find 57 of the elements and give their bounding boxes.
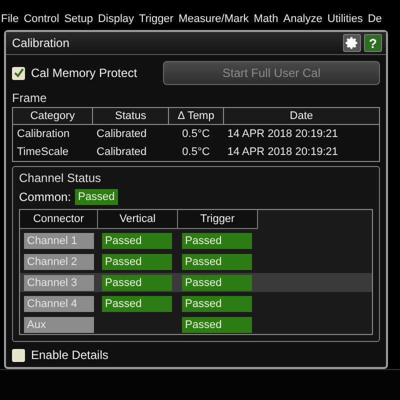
settings-button[interactable] <box>343 34 361 52</box>
table-row[interactable]: Aux Passed <box>20 315 372 334</box>
status-cell: Passed <box>182 232 252 248</box>
status-cell: Passed <box>182 316 252 332</box>
connector-cell: Channel 2 <box>24 254 94 270</box>
status-cell: Passed <box>182 296 252 312</box>
menu-item[interactable]: Display <box>98 13 134 28</box>
status-cell: Passed <box>182 254 252 270</box>
connector-cell: Channel 4 <box>24 296 94 312</box>
connector-cell: Aux <box>24 316 94 332</box>
group-title: Frame <box>11 90 48 105</box>
menu-item[interactable]: Trigger <box>139 13 174 28</box>
column-header: Category <box>12 108 93 124</box>
checkbox[interactable] <box>12 66 25 80</box>
status-cell: Passed <box>182 274 252 290</box>
table-row[interactable]: Channel 4 Passed Passed <box>20 294 372 313</box>
status-cell: Passed <box>102 296 172 312</box>
menu-item[interactable]: Math <box>254 13 278 28</box>
column-header: Vertical <box>98 210 178 229</box>
checkbox-label: Cal Memory Protect <box>31 66 138 80</box>
table-cell: 14 APR 2018 20:19:21 <box>223 124 380 143</box>
table-cell: 0.5°C <box>168 143 224 162</box>
menu-item[interactable]: Setup <box>64 13 93 28</box>
menu-item[interactable]: Utilities <box>327 13 363 28</box>
connector-cell: Channel 3 <box>24 274 94 290</box>
column-header: Status <box>92 108 169 124</box>
status-value: Passed <box>75 189 118 205</box>
table-cell: Calibrated <box>92 124 169 143</box>
status-cell: Passed <box>102 254 172 270</box>
table-row[interactable]: Channel 1 Passed Passed <box>20 231 372 250</box>
group-title: Channel Status <box>19 170 102 185</box>
menu-item[interactable]: Measure/Mark <box>178 13 249 28</box>
connector-cell: Channel 1 <box>24 232 94 248</box>
dialog-title: Calibration <box>12 36 70 50</box>
table-row[interactable]: Channel 3 Passed Passed <box>20 273 372 292</box>
table-cell: TimeScale <box>12 143 93 162</box>
table-cell: 0.5°C <box>168 124 224 143</box>
checkbox-label: Enable Details <box>31 348 108 362</box>
menu-item[interactable]: Control <box>24 13 60 28</box>
column-header: Date <box>223 108 380 124</box>
status-cell: Passed <box>102 232 172 248</box>
table-cell: 14 APR 2018 20:19:21 <box>223 143 380 162</box>
status-cell: Passed <box>102 274 172 290</box>
column-header: Connector <box>20 210 98 229</box>
help-button[interactable]: ? <box>364 34 382 52</box>
table-row[interactable]: Channel 2 Passed Passed <box>20 252 372 271</box>
table-cell: Calibrated <box>92 143 169 162</box>
check-icon <box>14 68 24 78</box>
checkbox[interactable] <box>12 348 25 362</box>
column-header: Δ Temp <box>168 108 224 124</box>
table-cell: Calibration <box>12 124 93 143</box>
menu-item[interactable]: Analyze <box>283 13 322 28</box>
common-label: Common: <box>19 190 72 204</box>
menu-item[interactable]: De <box>368 13 382 28</box>
gear-icon <box>345 36 359 50</box>
menu-item[interactable]: File <box>1 13 19 28</box>
column-header: Trigger <box>178 210 258 229</box>
